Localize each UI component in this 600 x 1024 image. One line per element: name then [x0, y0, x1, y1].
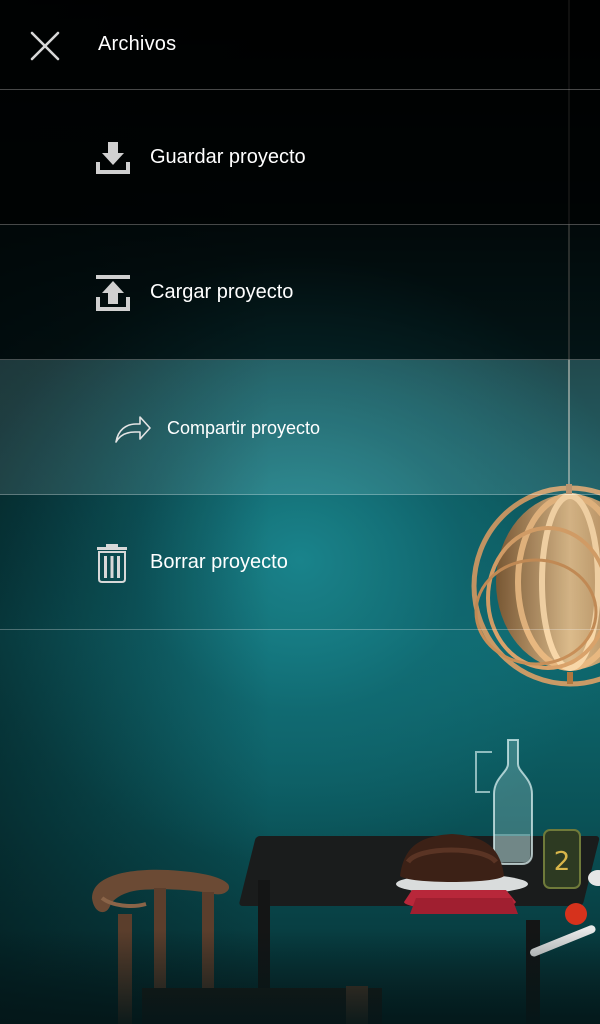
- floor-shadow: [0, 930, 600, 1024]
- menu-item-label: Guardar proyecto: [150, 146, 306, 168]
- menu-item-delete-project[interactable]: Borrar proyecto: [0, 495, 600, 630]
- share-icon: [115, 416, 151, 443]
- close-button[interactable]: [26, 27, 64, 65]
- menu-item-label: Cargar proyecto: [150, 281, 294, 303]
- upload-icon: [96, 275, 130, 311]
- close-icon: [30, 31, 60, 61]
- menu-item-label: Compartir proyecto: [167, 418, 321, 438]
- bundt-cake: [396, 834, 528, 914]
- menu-item-load-project[interactable]: Cargar proyecto: [0, 225, 600, 360]
- header-title: Archivos: [98, 33, 177, 55]
- trash-icon: [97, 544, 127, 583]
- download-icon: [96, 142, 130, 174]
- menu-header: Archivos: [0, 0, 600, 90]
- menu-item-share-project[interactable]: Compartir proyecto: [0, 360, 600, 495]
- menu-item-save-project[interactable]: Guardar proyecto: [0, 90, 600, 225]
- menu-item-label: Borrar proyecto: [150, 551, 288, 573]
